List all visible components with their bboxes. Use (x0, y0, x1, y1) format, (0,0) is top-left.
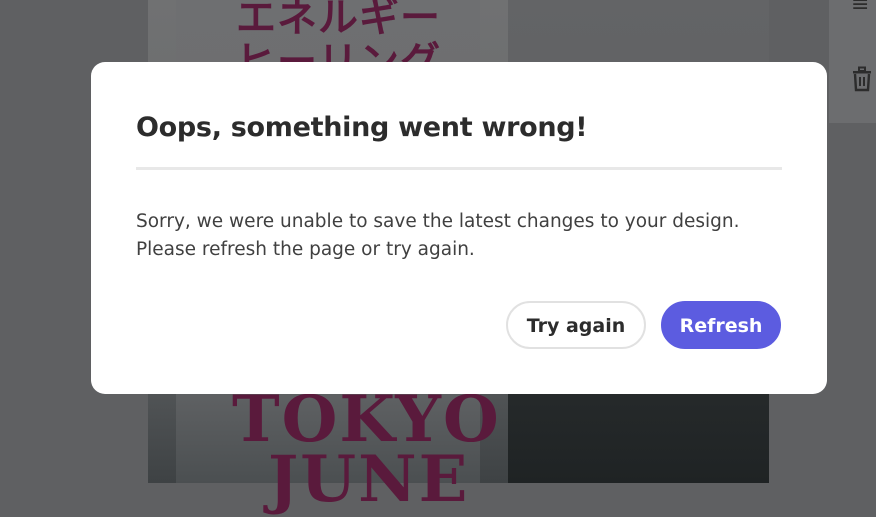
poster-title-june: JUNE (268, 442, 470, 517)
dialog-message: Sorry, we were unable to save the latest… (136, 211, 740, 260)
right-toolbar (829, 0, 876, 123)
poster-japanese-text-1: エネルギー (236, 0, 441, 41)
dialog-divider (136, 167, 782, 170)
error-dialog: Oops, something went wrong! Sorry, we we… (91, 62, 827, 394)
refresh-button[interactable]: Refresh (661, 301, 781, 349)
try-again-button[interactable]: Try again (506, 301, 646, 349)
dialog-title: Oops, something went wrong! (136, 112, 588, 143)
trash-icon[interactable] (851, 66, 873, 97)
trash-icon-graphic (853, 66, 871, 92)
list-icon[interactable]: ≡ (851, 0, 869, 16)
